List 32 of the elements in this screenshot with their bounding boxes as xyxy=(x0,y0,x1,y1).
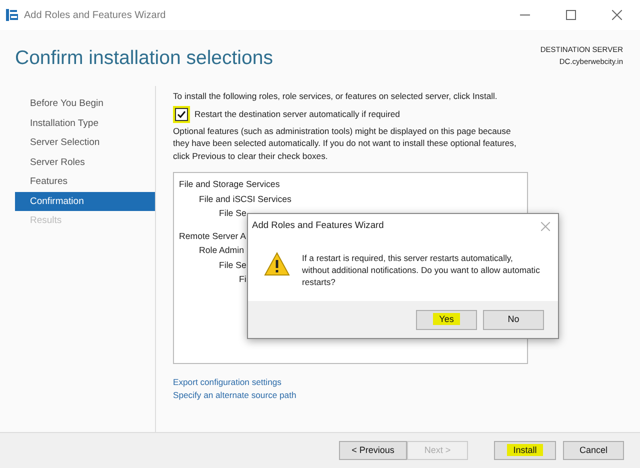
wizard-button[interactable]: Install xyxy=(494,441,556,460)
link[interactable]: Specify an alternate source path xyxy=(173,389,296,402)
maximize-button[interactable] xyxy=(566,10,576,20)
tree-item: Role Admin xyxy=(198,244,244,258)
wizard-button[interactable]: < Previous xyxy=(339,441,407,460)
restart-checkbox[interactable] xyxy=(175,108,188,121)
link[interactable]: Export configuration settings xyxy=(173,376,282,388)
nav-item[interactable]: Features xyxy=(15,172,155,192)
nav-item[interactable]: Before You Begin xyxy=(15,94,155,114)
tree-item: Fi xyxy=(238,273,246,286)
checkbox-label: Restart the destination server automatically if required xyxy=(194,108,400,121)
wizard-button[interactable]: Cancel xyxy=(563,441,624,460)
note-text: Optional features (such as administration tools) might be displayed on this page because they have been selected automatically. If you do not want to install these optional features, click Previous to clear their check boxes. xyxy=(173,124,518,162)
dialog-button[interactable]: No xyxy=(483,310,544,330)
nav-item[interactable]: Server Roles xyxy=(15,152,155,172)
tree-item: File Se xyxy=(218,258,246,272)
dialog-button[interactable]: Yes xyxy=(416,310,477,330)
nav-item[interactable]: Installation Type xyxy=(15,114,155,133)
tree-item: File and Storage Services xyxy=(179,178,280,192)
nav-item[interactable]: Confirmation xyxy=(15,192,155,211)
tree-item: Remote Server A xyxy=(179,230,246,243)
tree-item: File Se xyxy=(218,207,246,220)
dialog-title: Add Roles and Features Wizard xyxy=(252,219,384,232)
warning-icon xyxy=(264,252,290,276)
tree-item: File and iSCSI Services xyxy=(198,192,292,206)
dialog-message: If a restart is required, this server restarts automatically, without additional notifications. Do you want to allow automatic restarts? xyxy=(302,252,541,289)
intro-text: To install the following roles, role services, or features on selected server, click Install. xyxy=(173,90,498,103)
nav-item[interactable]: Server Selection xyxy=(15,133,155,152)
window-title: Add Roles and Features Wizard xyxy=(24,8,166,22)
page-title: Confirm installation selections xyxy=(15,46,273,71)
app-icon xyxy=(6,9,18,21)
close-button[interactable] xyxy=(612,10,622,20)
